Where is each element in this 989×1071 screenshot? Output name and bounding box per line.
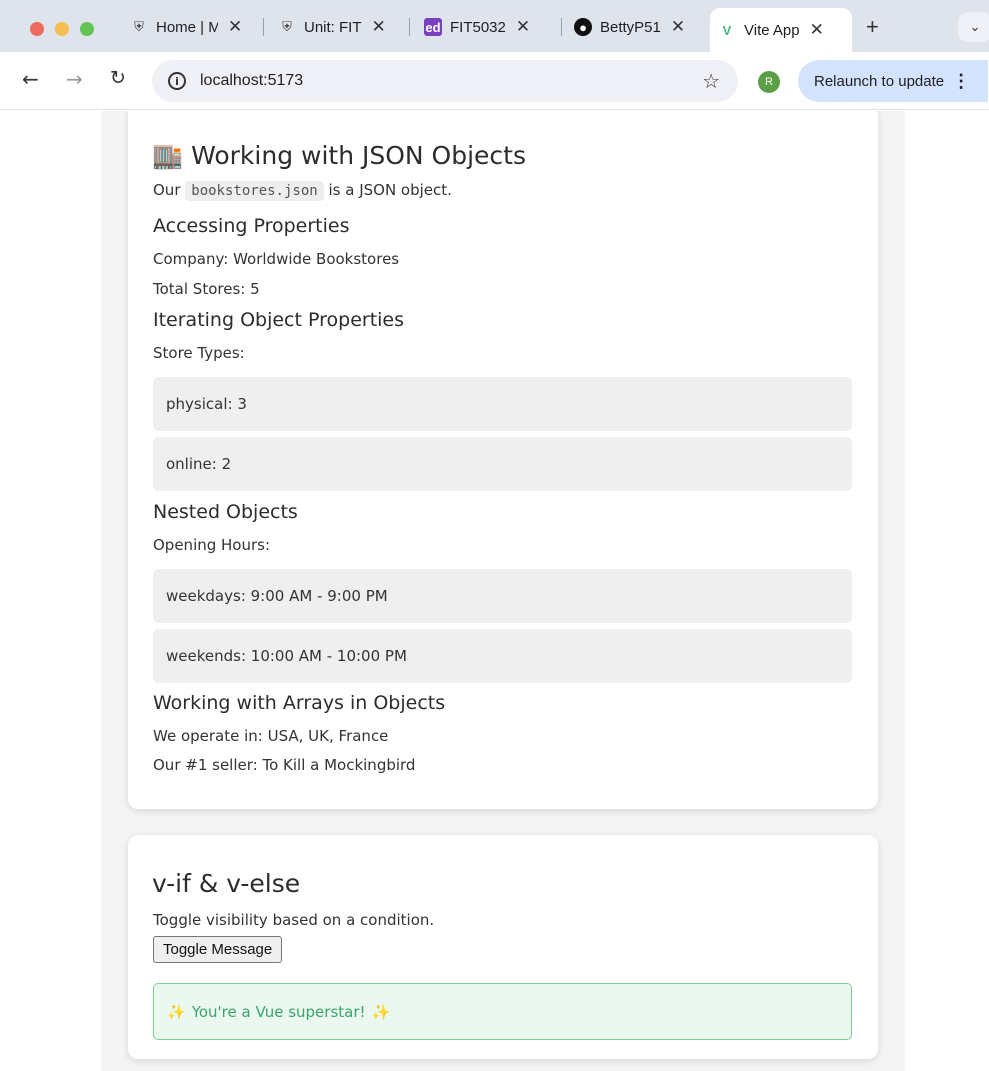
code-snippet: bookstores.json xyxy=(185,181,324,201)
relaunch-label: Relaunch to update xyxy=(814,72,945,90)
vue-icon: V xyxy=(722,22,732,38)
browser-tab-strip: ⛨ Home | M ✕ ⛨ Unit: FIT ✕ ed FIT5032 ✕ … xyxy=(0,0,989,52)
tab-unit[interactable]: ⛨ Unit: FIT ✕ xyxy=(270,10,406,44)
ed-icon: ed xyxy=(424,18,442,36)
forward-arrow-icon[interactable]: → xyxy=(66,67,83,91)
bookmark-star-icon[interactable]: ☆ xyxy=(702,69,720,93)
countries-line: We operate in: USA, UK, France xyxy=(153,727,389,745)
more-menu-icon[interactable]: ⋮ xyxy=(952,71,970,92)
tab-divider xyxy=(561,18,562,36)
company-line: Company: Worldwide Bookstores xyxy=(153,250,400,268)
site-info-icon[interactable]: i xyxy=(168,72,186,90)
tab-search-button[interactable]: ⌄ xyxy=(958,12,989,42)
close-window-button[interactable] xyxy=(30,22,44,36)
top-seller-line: Our #1 seller: To Kill a Mockingbird xyxy=(153,756,416,774)
url-text[interactable]: localhost:5173 xyxy=(200,72,303,90)
list-item: weekdays: 9:00 AM - 9:00 PM xyxy=(153,569,852,623)
close-tab-icon[interactable]: ✕ xyxy=(372,17,386,37)
success-message: ✨ You're a Vue superstar! ✨ xyxy=(153,983,852,1040)
json-intro: Our bookstores.json is a JSON object. xyxy=(153,181,452,201)
page-viewport: 🏬 Working with JSON Objects Our bookstor… xyxy=(0,111,989,1071)
json-heading-text: Working with JSON Objects xyxy=(191,141,527,170)
sparkles-icon: ✨ xyxy=(371,1002,391,1021)
arrays-in-objects-heading: Working with Arrays in Objects xyxy=(153,692,446,714)
opening-hours-label: Opening Hours: xyxy=(153,536,271,554)
tab-github[interactable]: ● BettyP51 ✕ xyxy=(566,10,702,44)
relaunch-to-update-button[interactable]: Relaunch to update ⋮ xyxy=(798,60,988,102)
sparkles-icon: ✨ xyxy=(167,1002,186,1021)
json-objects-card: 🏬 Working with JSON Objects Our bookstor… xyxy=(128,111,878,809)
accessing-properties-heading: Accessing Properties xyxy=(153,215,350,237)
chevron-down-icon: ⌄ xyxy=(969,19,981,35)
back-arrow-icon[interactable]: ← xyxy=(22,67,39,91)
list-item: weekends: 10:00 AM - 10:00 PM xyxy=(153,629,852,683)
v-if-description: Toggle visibility based on a condition. xyxy=(153,911,435,929)
store-types-label: Store Types: xyxy=(153,344,245,362)
close-tab-icon[interactable]: ✕ xyxy=(516,17,530,37)
toggle-message-button[interactable]: Toggle Message xyxy=(153,936,283,963)
monash-crest-icon: ⛨ xyxy=(282,19,292,34)
office-building-icon: 🏬 xyxy=(152,141,184,170)
nested-objects-heading: Nested Objects xyxy=(153,501,298,523)
tab-divider xyxy=(263,18,264,36)
success-message-text: You're a Vue superstar! xyxy=(191,1002,366,1021)
v-if-heading: v-if & v-else xyxy=(152,869,301,898)
tab-fit5032[interactable]: ed FIT5032 ✕ xyxy=(416,10,558,44)
v-if-card: v-if & v-else Toggle visibility based on… xyxy=(128,835,878,1059)
iterating-properties-heading: Iterating Object Properties xyxy=(153,309,405,331)
list-item: physical: 3 xyxy=(153,377,852,431)
browser-toolbar: ← → ↻ i localhost:5173 ☆ R Relaunch to u… xyxy=(0,52,989,110)
new-tab-button[interactable]: + xyxy=(866,14,879,40)
monash-crest-icon: ⛨ xyxy=(134,19,144,34)
reload-icon[interactable]: ↻ xyxy=(110,67,126,89)
json-section-heading: 🏬 Working with JSON Objects xyxy=(152,141,526,171)
total-stores-line: Total Stores: 5 xyxy=(153,280,260,298)
close-tab-icon[interactable]: ✕ xyxy=(228,17,242,37)
address-bar[interactable]: i localhost:5173 ☆ xyxy=(152,60,738,102)
github-icon: ● xyxy=(574,18,592,36)
close-tab-icon[interactable]: ✕ xyxy=(810,20,824,40)
tab-divider xyxy=(409,18,410,36)
tab-home[interactable]: ⛨ Home | M ✕ xyxy=(122,10,260,44)
tab-vite-app[interactable]: V Vite App ✕ xyxy=(710,8,852,52)
list-item: online: 2 xyxy=(153,437,852,491)
close-tab-icon[interactable]: ✕ xyxy=(671,17,685,37)
minimize-window-button[interactable] xyxy=(55,22,69,36)
profile-avatar[interactable]: R xyxy=(758,71,780,93)
maximize-window-button[interactable] xyxy=(80,22,94,36)
